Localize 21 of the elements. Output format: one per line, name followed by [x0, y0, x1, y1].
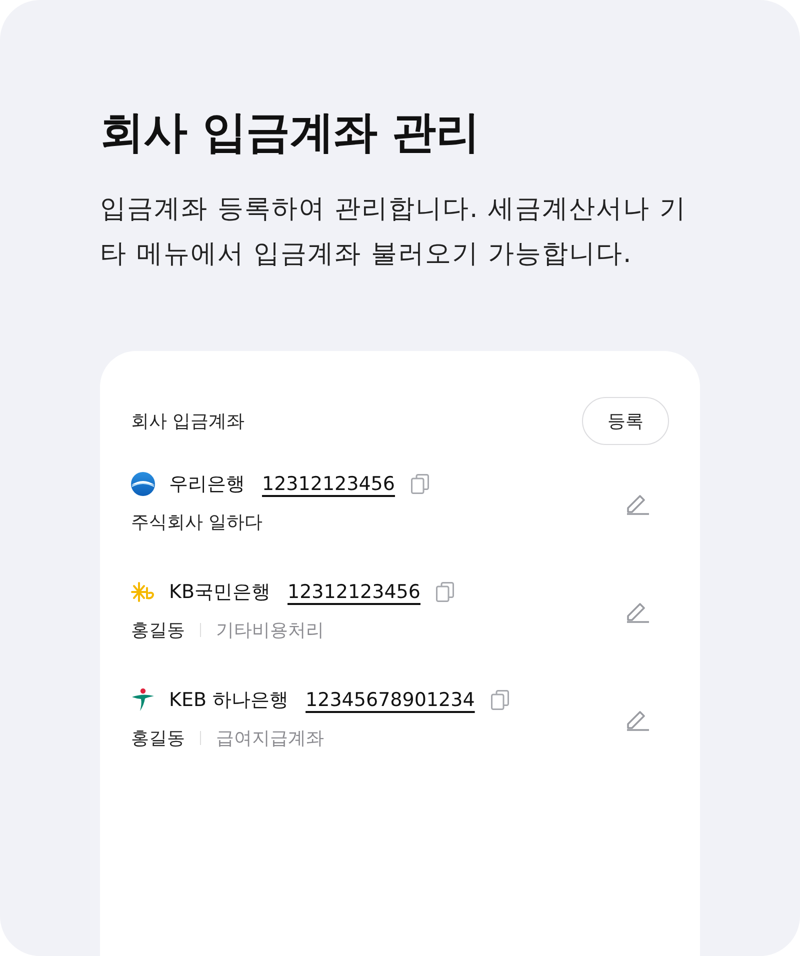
bank-name: 우리은행	[169, 472, 245, 497]
account-memo: 급여지급계좌	[216, 727, 324, 750]
account-holder: 주식회사 일하다	[131, 511, 263, 534]
page-description: 입금계좌 등록하여 관리합니다. 세금계산서나 기타 메뉴에서 입금계좌 불러오기 가능합니다.	[100, 193, 688, 271]
sphere-logo-icon	[131, 472, 155, 496]
register-button[interactable]: 등록	[582, 397, 669, 445]
bank-name: KEB 하나은행	[169, 688, 289, 713]
account-memo: 기타비용처리	[216, 619, 324, 642]
page-title: 회사 입금계좌 관리	[100, 106, 481, 160]
copy-icon[interactable]	[490, 690, 509, 710]
spark-logo-icon	[131, 580, 155, 604]
bank-name: KB국민은행	[169, 580, 270, 605]
account-number: 12312123456	[262, 473, 395, 495]
copy-icon[interactable]	[436, 582, 454, 602]
account-holder: 홍길동	[131, 727, 185, 750]
copy-icon[interactable]	[410, 474, 429, 494]
card-title: 회사 입금계좌	[131, 410, 245, 433]
account-number: 12312123456	[288, 581, 420, 603]
figure-logo-icon	[131, 688, 155, 712]
account-holder: 홍길동	[131, 619, 185, 642]
account-number: 12345678901234	[306, 689, 475, 711]
